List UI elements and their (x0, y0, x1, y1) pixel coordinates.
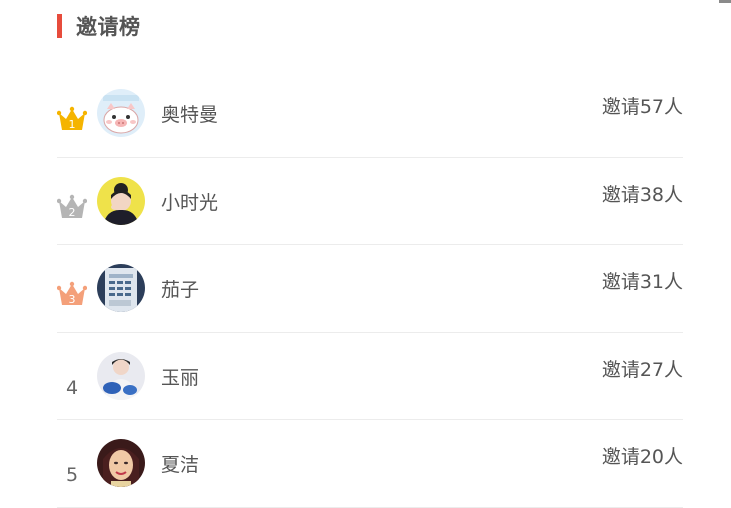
user-name[interactable]: 夏洁 (161, 450, 199, 477)
crown-icon: 1 (57, 106, 87, 132)
invite-count: 邀请31人 (601, 271, 683, 293)
machine-avatar[interactable] (97, 264, 145, 312)
invite-count: 邀请38人 (601, 183, 683, 206)
leaderboard-row[interactable]: 1 奥特曼 邀请57人 (57, 70, 683, 158)
user-name[interactable]: 玉丽 (161, 363, 199, 390)
crown-icon: 3 (57, 281, 87, 307)
girl-yellow-avatar[interactable] (97, 176, 145, 225)
user-name[interactable]: 茄子 (161, 275, 199, 302)
leaderboard-row[interactable]: 4 玉丽 邀请27人 (57, 333, 683, 420)
rank-number: 3 (69, 293, 76, 306)
section-header: 邀请榜 (57, 13, 141, 39)
leaderboard-row[interactable]: 5 夏洁 邀请20人 (57, 420, 683, 508)
invite-count: 邀请20人 (601, 446, 683, 468)
invite-count: 邀请27人 (601, 358, 683, 381)
page-title: 邀请榜 (76, 15, 141, 39)
rank-number: 4 (65, 376, 79, 399)
invite-leaderboard: 1 奥特曼 邀请57人 2 小时光 邀请38人 3 茄子 邀请31人 4 玉丽 … (57, 70, 683, 508)
corner-marker (719, 0, 731, 3)
user-name[interactable]: 奥特曼 (161, 100, 218, 127)
title-accent-bar (57, 14, 62, 38)
rank-number: 1 (69, 118, 76, 131)
leaderboard-row[interactable]: 3 茄子 邀请31人 (57, 245, 683, 333)
invite-count: 邀请57人 (601, 96, 683, 118)
rank-number: 2 (69, 206, 76, 219)
pig-avatar[interactable] (97, 89, 145, 137)
crown-icon: 2 (57, 194, 87, 220)
rank-number: 5 (65, 464, 79, 486)
person-blue-avatar[interactable] (97, 351, 145, 400)
woman-portrait-avatar[interactable] (97, 439, 145, 487)
leaderboard-row[interactable]: 2 小时光 邀请38人 (57, 158, 683, 245)
user-name[interactable]: 小时光 (161, 188, 218, 215)
